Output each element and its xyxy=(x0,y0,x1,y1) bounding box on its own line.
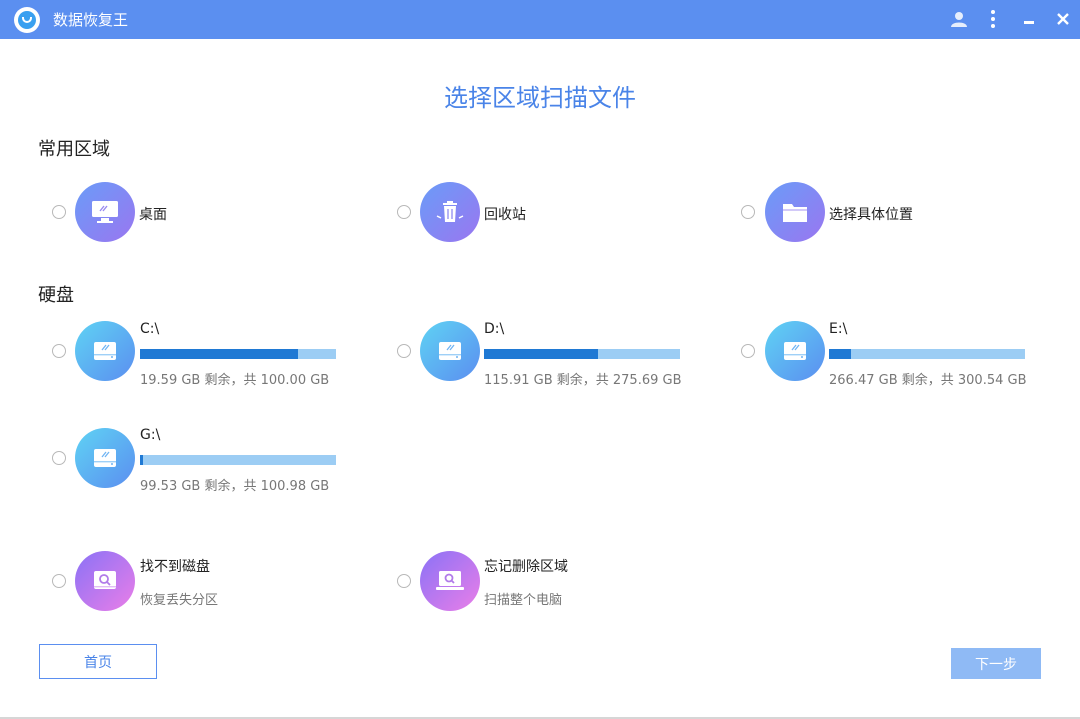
scan-computer-label: 忘记删除区域 xyxy=(484,559,568,575)
choose-location-label: 选择具体位置 xyxy=(829,207,913,223)
radio-choose-location[interactable] xyxy=(741,205,755,219)
next-button[interactable]: 下一步 xyxy=(951,648,1041,679)
section-common-label: 常用区域 xyxy=(38,139,110,160)
disk-g-drive-icon[interactable] xyxy=(75,428,135,488)
more-menu-icon[interactable] xyxy=(980,6,1006,32)
desktop-label: 桌面 xyxy=(139,207,167,223)
radio-recycle-bin[interactable] xyxy=(397,205,411,219)
close-icon[interactable] xyxy=(1050,6,1076,32)
disk-c-usage-bar xyxy=(140,349,336,359)
disk-g-label: G:\ xyxy=(140,427,161,443)
disk-e-label: E:\ xyxy=(829,321,848,337)
title-bar: 数据恢复王 xyxy=(0,0,1080,39)
disk-g-usage-fill xyxy=(140,455,143,465)
disk-d-usage-fill xyxy=(484,349,598,359)
disk-c-usage-fill xyxy=(140,349,298,359)
minimize-icon[interactable] xyxy=(1016,6,1042,32)
scan-computer-icon[interactable] xyxy=(420,551,480,611)
disk-e-usage-fill xyxy=(829,349,852,359)
radio-disk-c[interactable] xyxy=(52,344,66,358)
recycle-bin-icon[interactable] xyxy=(420,182,480,242)
disk-e-drive-icon[interactable] xyxy=(765,321,825,381)
radio-lost-partition[interactable] xyxy=(52,574,66,588)
disk-c-label: C:\ xyxy=(140,321,160,337)
user-icon[interactable] xyxy=(946,6,972,32)
radio-disk-g[interactable] xyxy=(52,451,66,465)
disk-c-info: 19.59 GB 剩余，共 100.00 GB xyxy=(140,373,330,388)
app-title: 数据恢复王 xyxy=(53,11,129,29)
lost-partition-sub: 恢复丢失分区 xyxy=(140,593,219,608)
disk-e-usage-bar xyxy=(829,349,1025,359)
recycle-bin-label: 回收站 xyxy=(484,207,526,223)
disk-e-info: 266.47 GB 剩余，共 300.54 GB xyxy=(829,373,1027,388)
home-button[interactable]: 首页 xyxy=(39,644,157,679)
app-logo-icon xyxy=(14,7,40,33)
folder-icon[interactable] xyxy=(765,182,825,242)
disk-d-drive-icon[interactable] xyxy=(420,321,480,381)
disk-g-info: 99.53 GB 剩余，共 100.98 GB xyxy=(140,479,330,494)
radio-desktop[interactable] xyxy=(52,205,66,219)
scan-computer-sub: 扫描整个电脑 xyxy=(484,593,563,608)
disk-d-usage-bar xyxy=(484,349,680,359)
disk-d-info: 115.91 GB 剩余，共 275.69 GB xyxy=(484,373,682,388)
lost-partition-icon[interactable] xyxy=(75,551,135,611)
radio-disk-d[interactable] xyxy=(397,344,411,358)
radio-disk-e[interactable] xyxy=(741,344,755,358)
disk-d-label: D:\ xyxy=(484,321,505,337)
disk-c-drive-icon[interactable] xyxy=(75,321,135,381)
disk-g-usage-bar xyxy=(140,455,336,465)
desktop-icon[interactable] xyxy=(75,182,135,242)
radio-scan-computer[interactable] xyxy=(397,574,411,588)
page-title: 选择区域扫描文件 xyxy=(444,84,636,112)
lost-partition-label: 找不到磁盘 xyxy=(140,559,210,575)
section-disks-label: 硬盘 xyxy=(38,285,74,306)
